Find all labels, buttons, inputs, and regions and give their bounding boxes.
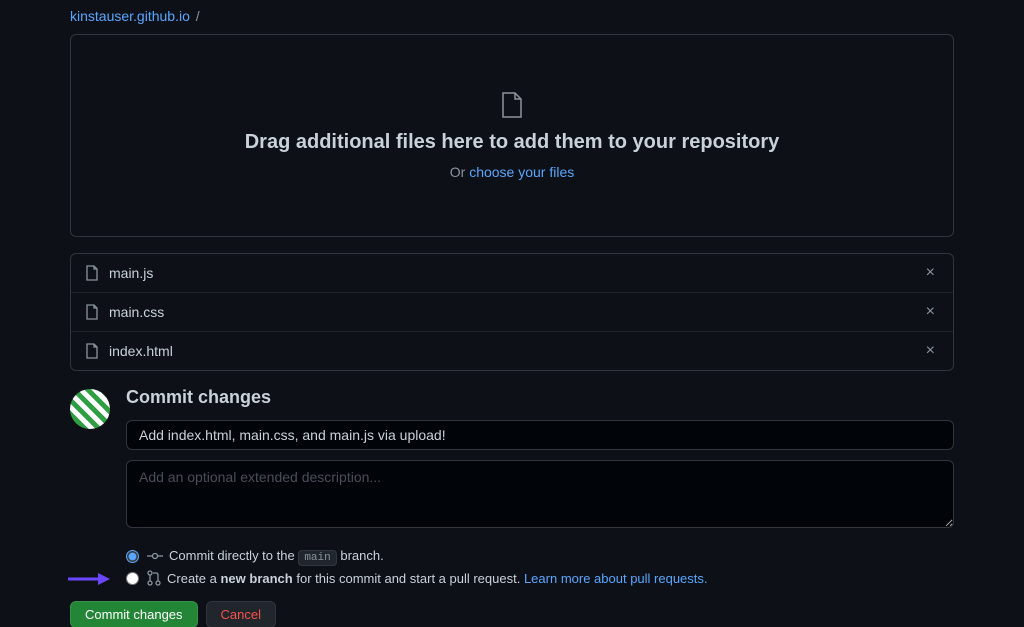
file-icon — [85, 304, 99, 320]
drop-zone-title: Drag additional files here to add them t… — [91, 131, 933, 154]
branch-name-pill: main — [298, 550, 336, 566]
file-icon — [85, 343, 99, 359]
radio-new-branch[interactable]: Create a new branch for this commit and … — [126, 567, 954, 589]
commit-changes-button[interactable]: Commit changes — [70, 601, 198, 627]
remove-file-button[interactable]: × — [922, 342, 939, 360]
commit-button-row: Commit changes Cancel — [70, 601, 954, 627]
commit-section: Commit changes Commit directly to the ma… — [70, 387, 954, 627]
remove-file-button[interactable]: × — [922, 303, 939, 321]
file-icon — [500, 91, 524, 119]
commit-summary-input[interactable] — [126, 420, 954, 450]
avatar — [70, 389, 110, 429]
radio-input-new-branch[interactable] — [126, 572, 139, 585]
commit-description-textarea[interactable] — [126, 460, 954, 528]
commit-branch-options: Commit directly to the main branch. Crea… — [126, 545, 954, 589]
drop-zone-subtitle: Or choose your files — [91, 164, 933, 180]
cancel-button[interactable]: Cancel — [206, 601, 276, 627]
pull-request-icon — [147, 570, 161, 586]
file-icon — [85, 265, 99, 281]
breadcrumb: kinstauser.github.io / — [70, 0, 954, 34]
file-drop-zone[interactable]: Drag additional files here to add them t… — [70, 34, 954, 237]
radio-input-direct[interactable] — [126, 550, 139, 563]
radio-new-branch-label: Create a new branch for this commit and … — [167, 571, 708, 586]
radio-direct-label: Commit directly to the main branch. — [169, 548, 384, 564]
choose-files-link[interactable]: choose your files — [469, 164, 574, 180]
learn-more-link[interactable]: Learn more about pull requests. — [524, 571, 708, 586]
file-name: main.css — [109, 304, 922, 320]
file-row: main.js × — [71, 254, 953, 293]
uploaded-file-list: main.js × main.css × index.html × — [70, 253, 954, 371]
breadcrumb-repo-link[interactable]: kinstauser.github.io — [70, 8, 190, 24]
file-row: index.html × — [71, 332, 953, 370]
radio-commit-direct[interactable]: Commit directly to the main branch. — [126, 545, 954, 567]
commit-icon — [147, 549, 163, 563]
file-name: main.js — [109, 265, 922, 281]
file-row: main.css × — [71, 293, 953, 332]
breadcrumb-separator: / — [196, 8, 200, 24]
annotation-arrow-icon — [68, 572, 110, 586]
commit-heading: Commit changes — [126, 387, 954, 408]
remove-file-button[interactable]: × — [922, 264, 939, 282]
file-name: index.html — [109, 343, 922, 359]
